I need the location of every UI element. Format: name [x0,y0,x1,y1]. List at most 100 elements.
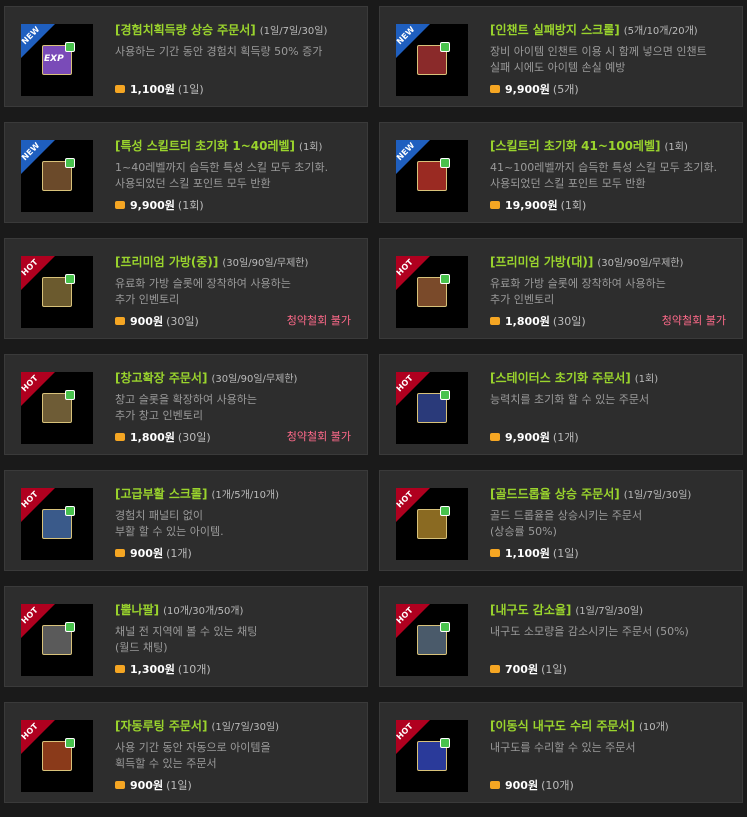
shop-item-card[interactable]: HOT [이동식 내구도 수리 주문서] (10개) 내구도를 수리할 수 있는 … [379,702,743,803]
status-reset-scroll-icon [417,390,450,423]
cash-mark-icon [440,158,450,168]
price-value: 19,900원 [505,199,558,212]
item-thumbnail[interactable]: HOT [21,604,93,676]
coin-icon [115,549,125,557]
item-options: (5개/10개/20개) [623,26,698,37]
item-name[interactable]: [스테이터스 초기화 주문서] [490,371,631,385]
item-name[interactable]: [이동식 내구도 수리 주문서] [490,719,635,733]
item-description-line-2: 추가 인벤토리 [115,293,180,306]
item-name[interactable]: [경험치획득량 상승 주문서] [115,23,256,37]
item-name[interactable]: [특성 스킬트리 초기화 1~40레벨] [115,139,295,153]
shop-item-card[interactable]: NEW EXP [경험치획득량 상승 주문서] (1일/7일/30일) 사용하는 … [4,6,368,107]
coin-icon [115,85,125,93]
item-name[interactable]: [스킬트리 초기화 41~100레벨] [490,139,661,153]
item-description-line-2: 부활 할 수 있는 아이템. [115,525,224,538]
item-thumbnail[interactable]: HOT [21,488,93,560]
price-quantity: (1회) [177,199,204,212]
item-thumbnail[interactable]: HOT [396,256,468,328]
shop-item-card[interactable]: HOT [내구도 감소율] (1일/7일/30일) 내구도 소모량을 감소시키는 … [379,586,743,687]
price-value: 900원 [130,315,164,328]
item-description-line-1: 유료화 가방 슬롯에 장착하여 사용하는 [115,277,291,290]
coin-icon [490,665,500,673]
item-thumbnail[interactable]: HOT [396,720,468,792]
item-name[interactable]: [창고확장 주문서] [115,371,207,385]
item-thumbnail[interactable]: HOT [396,372,468,444]
shop-item-card[interactable]: HOT [자동루팅 주문서] (1일/7일/30일) 사용 기간 동안 자동으로 … [4,702,368,803]
item-thumbnail[interactable]: HOT [21,256,93,328]
item-name[interactable]: [인챈트 실패방지 스크롤] [490,23,620,37]
cash-mark-icon [440,42,450,52]
item-title: [자동루팅 주문서] (1일/7일/30일) [115,717,359,734]
item-thumbnail[interactable]: HOT [396,488,468,560]
item-price: 9,900원 (1회) [115,197,204,213]
item-description-line-2: 사용되었던 스킬 포인트 모두 반환 [490,177,646,190]
cash-mark-icon [65,622,75,632]
coin-icon [490,317,500,325]
item-description-line-2: 추가 인벤토리 [490,293,555,306]
item-thumbnail[interactable]: NEW [396,24,468,96]
coin-icon [490,85,500,93]
item-title: [프리미엄 가방(중)] (30일/90일/무제한) [115,253,359,270]
item-name[interactable]: [골드드롭율 상승 주문서] [490,487,620,501]
item-description-line-2: 실패 시에도 아이템 손실 예방 [490,61,626,74]
shop-item-card[interactable]: NEW [인챈트 실패방지 스크롤] (5개/10개/20개) 장비 아이템 인챈… [379,6,743,107]
price-quantity: (1일) [166,779,192,792]
item-price: 1,800원 (30일) [115,429,211,445]
item-description-line-1: 능력치를 초기화 할 수 있는 주문서 [490,393,650,406]
item-options: (1개/5개/10개) [211,490,280,501]
shop-item-card[interactable]: NEW [특성 스킬트리 초기화 1~40레벨] (1회) 1~40레벨까지 습득… [4,122,368,223]
item-description-line-1: 사용 기간 동안 자동으로 아이템을 [115,741,271,754]
item-price: 1,100원 (1일) [115,81,204,97]
coin-icon [490,781,500,789]
item-thumbnail[interactable]: NEW [21,140,93,212]
price-quantity: (1개) [552,431,579,444]
item-name[interactable]: [내구도 감소율] [490,603,571,617]
item-options: (1일/7일/30일) [575,606,643,617]
item-thumbnail[interactable]: HOT [396,604,468,676]
cash-mark-icon [440,274,450,284]
item-description: 사용 기간 동안 자동으로 아이템을 획득할 수 있는 주문서 [115,740,357,772]
item-thumbnail[interactable]: HOT [21,720,93,792]
cash-mark-icon [440,622,450,632]
item-description-line-1: 41~100레벨까지 습득한 특성 스킬 모두 초기화. [490,161,718,174]
item-title: [스킬트리 초기화 41~100레벨] (1회) [490,137,734,154]
item-name[interactable]: [자동루팅 주문서] [115,719,207,733]
item-name[interactable]: [프리미엄 가방(대)] [490,255,593,269]
item-name[interactable]: [뿔나팔] [115,603,159,617]
price-value: 1,300원 [130,663,175,676]
item-description-line-1: 경험치 패널티 없이 [115,509,203,522]
item-description: 채널 전 지역에 볼 수 있는 채팅 (월드 채팅) [115,624,357,656]
price-quantity: (10개) [541,779,574,792]
shop-item-card[interactable]: HOT [프리미엄 가방(중)] (30일/90일/무제한) 유료화 가방 슬롯에… [4,238,368,339]
item-thumbnail[interactable]: NEW EXP [21,24,93,96]
item-thumbnail[interactable]: NEW [396,140,468,212]
item-options: (1일/7일/30일) [211,722,280,733]
coin-icon [490,549,500,557]
item-title: [프리미엄 가방(대)] (30일/90일/무제한) [490,253,734,270]
item-title: [창고확장 주문서] (30일/90일/무제한) [115,369,359,386]
price-value: 1,100원 [505,547,550,560]
item-description: 유료화 가방 슬롯에 장착하여 사용하는 추가 인벤토리 [490,276,732,308]
item-description-line-1: 채널 전 지역에 볼 수 있는 채팅 [115,625,258,638]
price-quantity: (30일) [552,315,586,328]
item-thumbnail[interactable]: HOT [21,372,93,444]
item-description-line-1: 1~40레벨까지 습득한 특성 스킬 모두 초기화. [115,161,329,174]
shop-item-card[interactable]: HOT [프리미엄 가방(대)] (30일/90일/무제한) 유료화 가방 슬롯에… [379,238,743,339]
exp-scroll-icon: EXP [42,42,75,75]
shop-item-card[interactable]: HOT [고급부활 스크롤] (1개/5개/10개) 경험치 패널티 없이 부활 … [4,470,368,571]
item-title: [내구도 감소율] (1일/7일/30일) [490,601,734,618]
price-value: 700원 [505,663,539,676]
item-name[interactable]: [프리미엄 가방(중)] [115,255,218,269]
shop-item-card[interactable]: HOT [스테이터스 초기화 주문서] (1회) 능력치를 초기화 할 수 있는 … [379,354,743,455]
shop-item-card[interactable]: HOT [뿔나팔] (10개/30개/50개) 채널 전 지역에 볼 수 있는 채… [4,586,368,687]
resurrection-scroll-icon [42,506,75,539]
item-price: 900원 (1개) [115,545,192,561]
shop-item-card[interactable]: HOT [골드드롭율 상승 주문서] (1일/7일/30일) 골드 드롭율을 상승… [379,470,743,571]
enchant-scroll-icon [417,42,450,75]
cash-mark-icon [65,42,75,52]
shop-item-card[interactable]: NEW [스킬트리 초기화 41~100레벨] (1회) 41~100레벨까지 습… [379,122,743,223]
shop-item-card[interactable]: HOT [창고확장 주문서] (30일/90일/무제한) 창고 슬롯을 확장하여 … [4,354,368,455]
item-description-line-1: 사용하는 기간 동안 경험치 획득량 50% 증가 [115,45,323,58]
item-price: 1,100원 (1일) [490,545,579,561]
item-name[interactable]: [고급부활 스크롤] [115,487,207,501]
